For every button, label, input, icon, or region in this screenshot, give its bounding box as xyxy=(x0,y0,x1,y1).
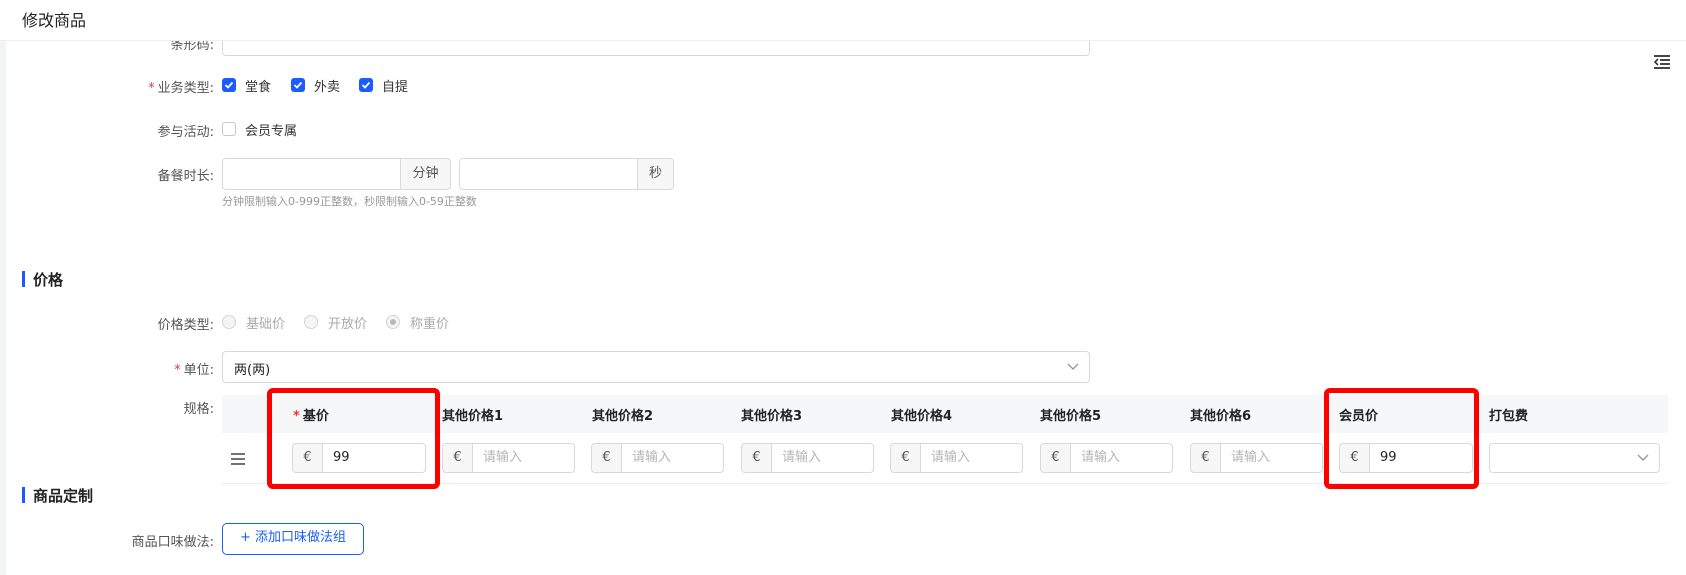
page-header: 修改商品 xyxy=(0,0,1686,41)
chevron-down-icon xyxy=(1067,363,1079,370)
prep-minutes-input[interactable] xyxy=(222,158,401,190)
highlight-box-base-price xyxy=(267,388,440,489)
unit-select[interactable]: 两(两) xyxy=(222,351,1090,383)
radio-label-base[interactable]: 基础价 xyxy=(246,313,285,332)
currency-addon: € xyxy=(1190,443,1221,473)
drag-handle-icon[interactable] xyxy=(231,450,245,465)
checkbox-member-only[interactable] xyxy=(222,122,236,136)
other-price-6-field[interactable]: € 请输入 xyxy=(1190,443,1323,473)
prep-time-hint: 分钟限制输入0-999正整数，秒限制输入0-59正整数 xyxy=(222,195,477,208)
other-price-4-field[interactable]: € 请输入 xyxy=(890,443,1023,473)
checkbox-pickup[interactable] xyxy=(359,78,373,92)
radio-label-weighted[interactable]: 称重价 xyxy=(410,313,449,332)
unit-value: 两(两) xyxy=(234,363,271,378)
add-flavor-group-button[interactable]: + 添加口味做法组 xyxy=(222,523,364,555)
activity-label: 参与活动: xyxy=(157,125,214,140)
col-packaging-fee: 打包费 xyxy=(1489,409,1529,424)
col-other-price-2: 其他价格2 xyxy=(592,409,654,424)
highlight-box-member-price xyxy=(1324,388,1479,489)
currency-addon: € xyxy=(591,443,622,473)
prep-time-label: 备餐时长: xyxy=(157,169,214,184)
spec-label: 规格: xyxy=(183,402,214,417)
section-title-price: 价格 xyxy=(33,271,64,289)
other-price-1-input[interactable]: 请输入 xyxy=(472,443,575,473)
radio-label-open[interactable]: 开放价 xyxy=(328,313,367,332)
chevron-down-icon xyxy=(1637,454,1649,461)
section-title-custom: 商品定制 xyxy=(33,487,94,505)
checkbox-takeout[interactable] xyxy=(291,78,305,92)
other-price-5-field[interactable]: € 请输入 xyxy=(1040,443,1173,473)
option-member-only[interactable]: 会员专属 xyxy=(245,120,297,139)
radio-open-price[interactable] xyxy=(304,315,318,329)
packaging-fee-select[interactable] xyxy=(1489,443,1660,473)
col-other-price-3: 其他价格3 xyxy=(741,409,803,424)
col-other-price-6: 其他价格6 xyxy=(1190,409,1252,424)
minute-unit: 分钟 xyxy=(400,158,451,190)
other-price-3-field[interactable]: € 请输入 xyxy=(741,443,874,473)
other-price-2-input[interactable]: 请输入 xyxy=(621,443,724,473)
other-price-2-field[interactable]: € 请输入 xyxy=(591,443,724,473)
option-dine-in[interactable]: 堂食 xyxy=(245,76,271,95)
col-other-price-1: 其他价格1 xyxy=(442,409,504,424)
col-other-price-5: 其他价格5 xyxy=(1040,409,1102,424)
left-gutter xyxy=(0,40,6,575)
page-title: 修改商品 xyxy=(22,11,87,30)
currency-addon: € xyxy=(890,443,921,473)
currency-addon: € xyxy=(741,443,772,473)
unit-label: * 单位: xyxy=(174,363,214,378)
other-price-5-input[interactable]: 请输入 xyxy=(1070,443,1173,473)
option-pickup[interactable]: 自提 xyxy=(382,76,408,95)
other-price-4-input[interactable]: 请输入 xyxy=(920,443,1023,473)
col-other-price-4: 其他价格4 xyxy=(891,409,953,424)
radio-base-price[interactable] xyxy=(222,315,236,329)
second-unit: 秒 xyxy=(637,158,674,190)
checkbox-dine-in[interactable] xyxy=(222,78,236,92)
section-marker xyxy=(22,271,25,287)
option-takeout[interactable]: 外卖 xyxy=(314,76,340,95)
checkmark-icon xyxy=(361,81,371,89)
flavor-label: 商品口味做法: xyxy=(131,535,214,550)
checkmark-icon xyxy=(293,81,303,89)
currency-addon: € xyxy=(1040,443,1071,473)
checkmark-icon xyxy=(224,81,234,89)
other-price-1-field[interactable]: € 请输入 xyxy=(442,443,575,473)
prep-seconds-input[interactable] xyxy=(459,158,638,190)
price-type-label: 价格类型: xyxy=(157,318,214,333)
collapse-menu-icon[interactable] xyxy=(1653,54,1671,70)
other-price-3-input[interactable]: 请输入 xyxy=(771,443,874,473)
currency-addon: € xyxy=(442,443,473,473)
section-marker xyxy=(22,487,25,503)
radio-weighted-price[interactable] xyxy=(386,315,400,329)
other-price-6-input[interactable]: 请输入 xyxy=(1220,443,1323,473)
business-type-label: * 业务类型: xyxy=(148,81,214,96)
